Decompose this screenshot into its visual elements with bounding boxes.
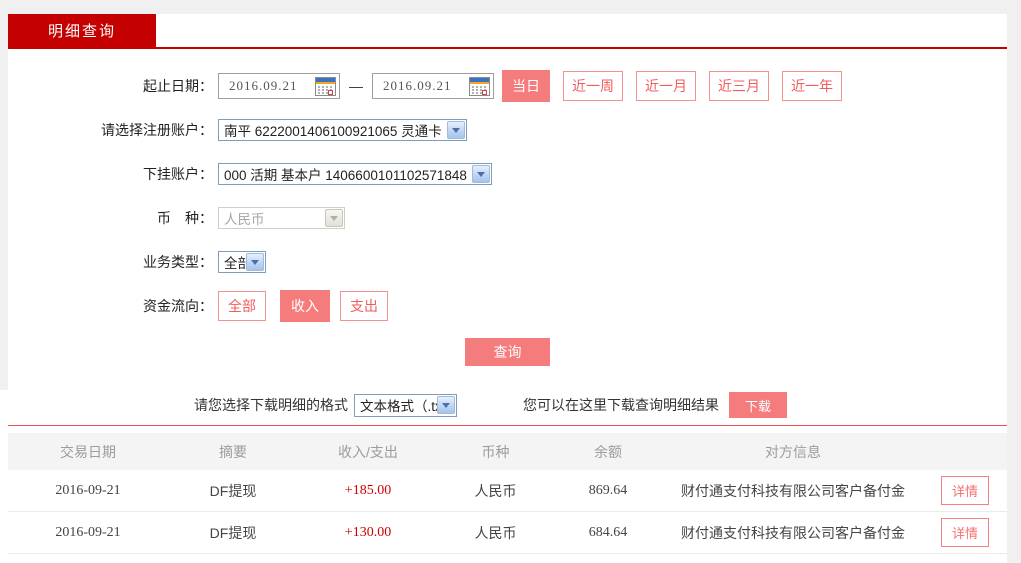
registered-account-value: 南平 6222001406100921065 灵通卡 — [224, 124, 442, 139]
start-date-input[interactable]: 2016.09.21 — [218, 73, 340, 99]
query-button[interactable]: 查询 — [465, 338, 550, 366]
flow-expense-button[interactable]: 支出 — [340, 291, 388, 321]
tab-label: 明细查询 — [47, 23, 116, 40]
calendar-icon[interactable] — [469, 76, 490, 96]
cell-counterparty: 财付通支付科技有限公司客户备付金 — [681, 524, 905, 541]
chevron-down-icon[interactable] — [437, 396, 455, 414]
cell-currency: 人民币 — [474, 524, 517, 541]
currency-row: 币 种： 人民币 — [8, 196, 1007, 240]
currency-value: 人民币 — [224, 212, 265, 227]
cell-summary: DF提现 — [209, 482, 257, 499]
currency-label: 币 种： — [157, 210, 213, 226]
chevron-down-icon[interactable] — [472, 165, 490, 183]
date-range-label: 起止日期： — [143, 78, 213, 94]
table-row-partial — [8, 554, 1007, 563]
detail-button[interactable]: 详情 — [940, 476, 989, 505]
cell-amount: +185.00 — [344, 482, 392, 498]
cell-date: 2016-09-21 — [55, 482, 121, 498]
business-type-select[interactable]: 全部 — [218, 251, 266, 273]
scrollbar[interactable] — [1007, 0, 1021, 563]
left-gutter — [0, 14, 8, 390]
cell-date: 2016-09-21 — [55, 524, 121, 540]
last-year-button[interactable]: 近一年 — [782, 71, 842, 101]
table-header: 交易日期 摘要 收入/支出 币种 余额 对方信息 — [8, 433, 1007, 470]
tab-detail-query[interactable]: 明细查询 — [8, 14, 156, 47]
sub-account-label: 下挂账户： — [143, 166, 213, 182]
cell-amount: +130.00 — [344, 524, 392, 540]
business-type-value: 全部 — [224, 256, 246, 271]
chevron-down-icon — [325, 209, 343, 227]
last-three-months-button[interactable]: 近三月 — [709, 71, 769, 101]
date-separator: — — [349, 78, 363, 94]
header-summary: 摘要 — [219, 443, 247, 460]
registered-account-label: 请选择注册账户： — [101, 122, 213, 138]
today-button[interactable]: 当日 — [502, 70, 550, 102]
download-format-select[interactable]: 文本格式（.txt） — [354, 393, 457, 417]
download-format-value: 文本格式（.txt） — [360, 399, 437, 414]
header-balance: 余额 — [594, 443, 622, 460]
cell-balance: 869.64 — [588, 482, 628, 498]
business-type-row: 业务类型： 全部 — [8, 240, 1007, 284]
calendar-icon[interactable] — [315, 76, 336, 96]
start-date-value: 2016.09.21 — [229, 78, 298, 93]
sub-account-value: 000 活期 基本户 1406600101102571848 — [224, 168, 467, 183]
header-date: 交易日期 — [60, 443, 116, 460]
download-hint: 您可以在这里下载查询明细结果 — [523, 397, 719, 413]
top-band — [0, 0, 1021, 14]
chevron-down-icon[interactable] — [447, 121, 465, 139]
cell-counterparty: 财付通支付科技有限公司客户备付金 — [681, 482, 905, 499]
cell-currency: 人民币 — [474, 482, 517, 499]
end-date-input[interactable]: 2016.09.21 — [372, 73, 494, 99]
table-row: 2016-09-21 DF提现 +130.00 人民币 684.64 财付通支付… — [8, 512, 1007, 554]
header-amount: 收入/支出 — [338, 443, 398, 460]
cell-balance: 684.64 — [588, 524, 628, 540]
table-row: 2016-09-21 DF提现 +185.00 人民币 869.64 财付通支付… — [8, 470, 1007, 512]
detail-button[interactable]: 详情 — [940, 518, 989, 547]
last-week-button[interactable]: 近一周 — [563, 71, 623, 101]
chevron-down-icon[interactable] — [246, 253, 264, 271]
download-format-label: 请您选择下载明细的格式 — [194, 397, 348, 413]
query-row: 查询 — [8, 328, 1007, 376]
flow-income-button[interactable]: 收入 — [280, 290, 330, 322]
registered-account-row: 请选择注册账户： 南平 6222001406100921065 灵通卡 — [8, 108, 1007, 152]
page: 明细查询 起止日期： 2016.09.21 — 2016.09.21 当日 近一… — [0, 0, 1021, 563]
download-button[interactable]: 下载 — [729, 392, 787, 418]
registered-account-select[interactable]: 南平 6222001406100921065 灵通卡 — [218, 119, 467, 141]
header-counterparty: 对方信息 — [765, 443, 821, 460]
table-divider — [8, 425, 1007, 426]
business-type-label: 业务类型： — [143, 254, 213, 270]
query-form: 起止日期： 2016.09.21 — 2016.09.21 当日 近一周 近一月… — [8, 49, 1007, 376]
sub-account-select[interactable]: 000 活期 基本户 1406600101102571848 — [218, 163, 492, 185]
fund-flow-label: 资金流向： — [143, 298, 213, 314]
currency-select: 人民币 — [218, 207, 345, 229]
download-row: 请您选择下载明细的格式 文本格式（.txt） 您可以在这里下载查询明细结果 下载 — [8, 390, 1007, 420]
flow-all-button[interactable]: 全部 — [218, 291, 266, 321]
header-currency: 币种 — [481, 443, 510, 460]
date-range-row: 起止日期： 2016.09.21 — 2016.09.21 当日 近一周 近一月… — [8, 64, 1007, 108]
results-table: 交易日期 摘要 收入/支出 币种 余额 对方信息 2016-09-21 DF提现… — [8, 433, 1007, 563]
last-month-button[interactable]: 近一月 — [636, 71, 696, 101]
fund-flow-row: 资金流向： 全部 收入 支出 — [8, 284, 1007, 328]
end-date-value: 2016.09.21 — [383, 78, 452, 93]
content-panel: 明细查询 起止日期： 2016.09.21 — 2016.09.21 当日 近一… — [8, 14, 1007, 563]
sub-account-row: 下挂账户： 000 活期 基本户 1406600101102571848 — [8, 152, 1007, 196]
cell-summary: DF提现 — [209, 524, 257, 541]
